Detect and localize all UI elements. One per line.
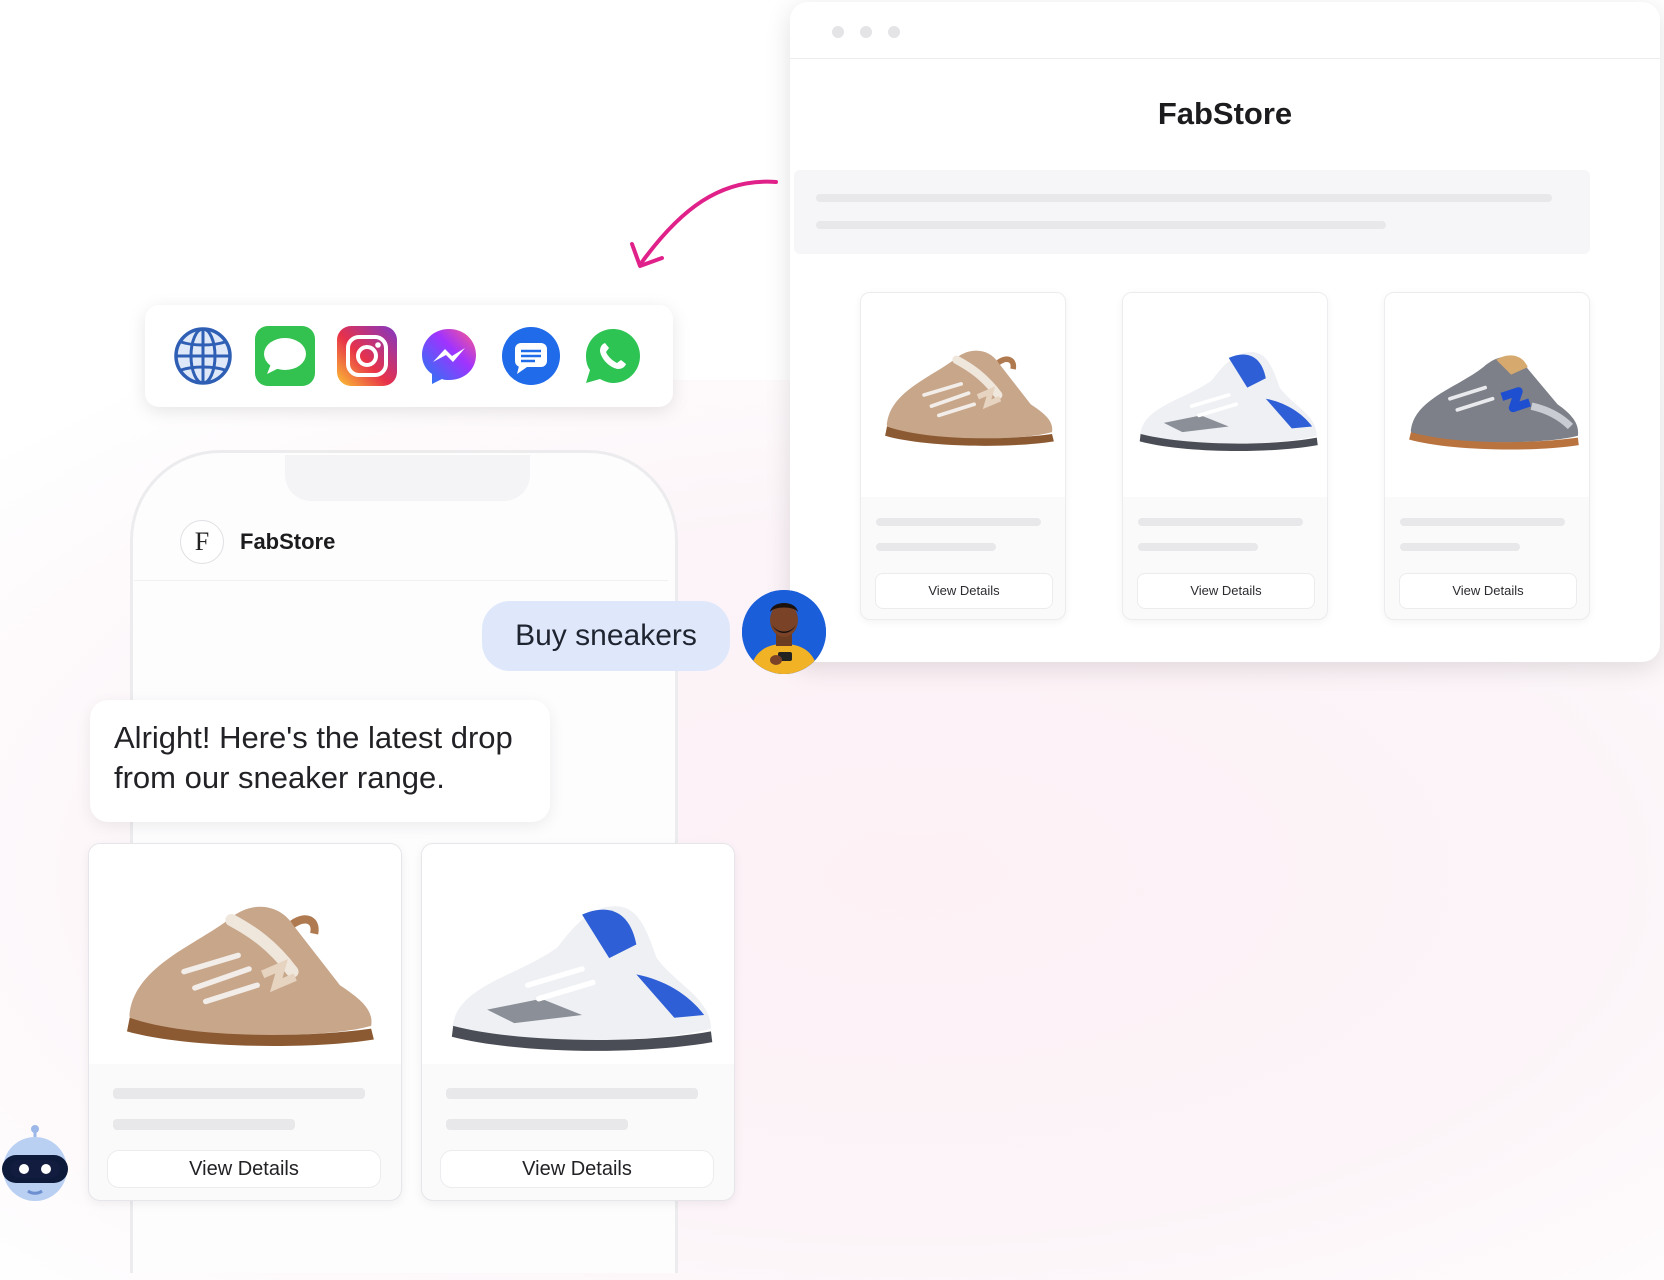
placeholder-line [113,1088,365,1099]
chat-product-card[interactable]: View Details [421,843,735,1201]
product-image[interactable] [861,293,1065,497]
placeholder-line [1400,543,1520,551]
placeholder-line [113,1119,295,1130]
placeholder-line [446,1088,698,1099]
sms-icon[interactable] [501,326,561,386]
window-dot-icon [860,26,872,38]
placeholder-line [1138,543,1258,551]
brand-logo: F [180,520,224,564]
product-card[interactable]: View Details [1384,292,1590,620]
product-card[interactable]: View Details [860,292,1066,620]
view-details-button[interactable]: View Details [440,1150,714,1188]
view-details-button[interactable]: View Details [1137,573,1315,609]
sneaker-white-blue-icon [422,844,734,1064]
sneaker-tan-icon [861,293,1065,497]
curved-arrow-icon [630,179,778,268]
person-icon [742,590,826,674]
sneaker-white-blue-icon [1137,350,1320,453]
user-message-bubble: Buy sneakers [482,601,730,671]
channel-icons-card [145,305,673,407]
product-image[interactable] [1123,293,1327,497]
view-details-button[interactable]: View Details [1399,573,1577,609]
browser-title-bar [790,2,1660,59]
messenger-icon[interactable] [419,326,479,386]
product-image[interactable] [422,844,734,1064]
whatsapp-icon[interactable] [583,326,643,386]
chat-header: F FabStore [180,518,335,566]
web-globe-icon[interactable] [173,326,233,386]
user-avatar [742,590,826,674]
window-dot-icon [888,26,900,38]
divider [134,580,668,581]
store-title: FabStore [1157,96,1293,131]
placeholder-line [1138,518,1303,526]
product-card[interactable]: View Details [1122,292,1328,620]
placeholder-line [876,518,1041,526]
placeholder-line [816,194,1552,202]
chatbot-icon[interactable] [0,1123,70,1203]
sneaker-tan-icon [89,844,401,1064]
view-details-button[interactable]: View Details [875,573,1053,609]
bot-message-bubble: Alright! Here's the latest drop from our… [90,700,550,822]
imessage-icon[interactable] [255,326,315,386]
banner-placeholder [794,170,1590,254]
placeholder-line [876,543,996,551]
chat-product-card[interactable]: View Details [88,843,402,1201]
instagram-icon[interactable] [337,326,397,386]
window-dot-icon [832,26,844,38]
view-details-button[interactable]: View Details [107,1150,381,1188]
bot-message-text: Alright! Here's the latest drop from our… [114,720,513,795]
browser-window: FabStore View Details View Details View … [790,2,1660,662]
phone-notch [285,455,530,501]
placeholder-line [816,221,1386,229]
sneaker-grey-blue-icon [1385,293,1589,497]
placeholder-line [1400,518,1565,526]
product-image[interactable] [89,844,401,1064]
placeholder-line [446,1119,628,1130]
chat-brand-name: FabStore [240,529,336,554]
product-image[interactable] [1385,293,1589,497]
